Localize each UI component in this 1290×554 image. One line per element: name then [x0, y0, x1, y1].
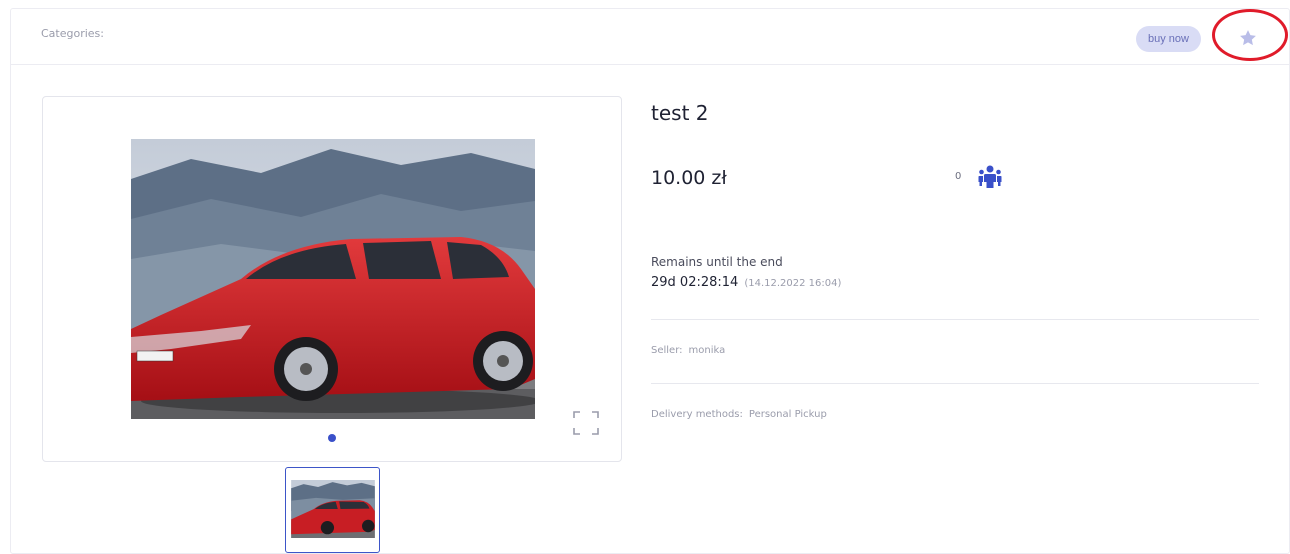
product-header: Categories: buy now — [11, 9, 1289, 65]
fullscreen-button[interactable] — [571, 408, 601, 438]
fullscreen-icon — [573, 411, 599, 435]
gallery-thumbnail[interactable] — [285, 467, 380, 553]
divider — [651, 383, 1259, 384]
thumbnail-image — [291, 480, 375, 538]
seller-name: monika — [688, 345, 726, 356]
categories-label: Categories: — [41, 27, 104, 40]
countdown: 29d 02:28:14 (14.12.2022 16:04) — [651, 275, 841, 290]
buy-now-button[interactable]: buy now — [1136, 26, 1201, 52]
delivery-label: Delivery methods: — [651, 409, 743, 420]
delivery-info: Delivery methods: Personal Pickup — [651, 409, 827, 420]
carousel-dot[interactable] — [328, 434, 336, 442]
seller-info: Seller: monika — [651, 345, 725, 356]
people-icon[interactable] — [977, 164, 1003, 190]
seller-label: Seller: — [651, 345, 683, 356]
bidders-count: 0 — [955, 171, 962, 182]
delivery-value: Personal Pickup — [748, 409, 827, 420]
product-card: Categories: buy now test 2 10.00 zł 0 Re… — [10, 8, 1290, 554]
image-gallery — [42, 96, 622, 462]
end-date: (14.12.2022 16:04) — [744, 278, 842, 289]
car-photo — [131, 139, 535, 419]
favorite-button[interactable] — [1233, 23, 1263, 53]
item-title: test 2 — [651, 101, 709, 125]
main-product-image[interactable] — [131, 139, 535, 419]
star-icon — [1240, 30, 1256, 46]
countdown-value: 29d 02:28:14 — [651, 275, 739, 290]
divider — [651, 319, 1259, 320]
remains-label: Remains until the end — [651, 255, 783, 269]
item-price: 10.00 zł — [651, 167, 727, 189]
